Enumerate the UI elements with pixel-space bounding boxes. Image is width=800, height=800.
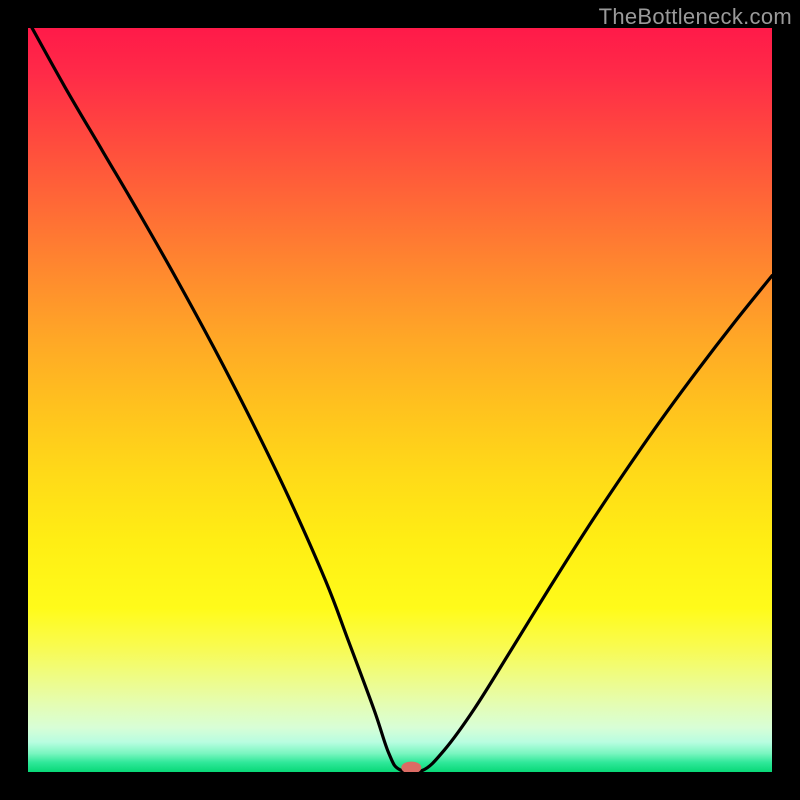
bottleneck-curve	[28, 28, 772, 772]
chart-frame: TheBottleneck.com	[0, 0, 800, 800]
plot-area	[28, 28, 772, 772]
curve-layer	[28, 28, 772, 772]
watermark-text: TheBottleneck.com	[599, 4, 792, 30]
min-marker	[401, 761, 420, 772]
